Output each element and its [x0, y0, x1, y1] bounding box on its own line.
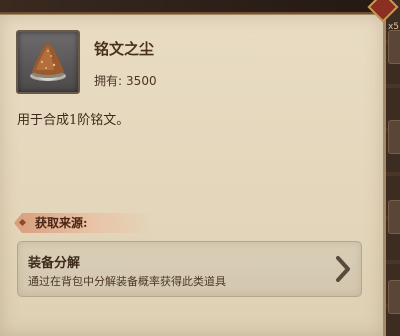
owned-count: 3500 — [126, 74, 157, 88]
side-slot[interactable] — [388, 280, 400, 314]
item-owned: 拥有: 3500 — [94, 72, 157, 89]
item-name: 铭文之尘 — [94, 40, 155, 58]
panel-divider — [0, 12, 384, 14]
side-count: x5 — [387, 22, 399, 32]
item-description: 用于合成1阶铭文。 — [17, 113, 130, 128]
side-slot[interactable] — [388, 200, 400, 234]
source-header: 获取来源: — [35, 216, 88, 230]
side-slot[interactable] — [388, 30, 400, 64]
chevron-right-icon[interactable] — [334, 254, 352, 284]
source-entry-name: 装备分解 — [28, 256, 81, 271]
source-entry-detail: 通过在背包中分解装备概率获得此类道具 — [28, 275, 226, 288]
owned-label: 拥有: — [94, 74, 123, 88]
side-slot[interactable] — [388, 120, 400, 154]
dust-pile-icon — [30, 42, 66, 81]
item-icon-frame — [16, 30, 80, 94]
